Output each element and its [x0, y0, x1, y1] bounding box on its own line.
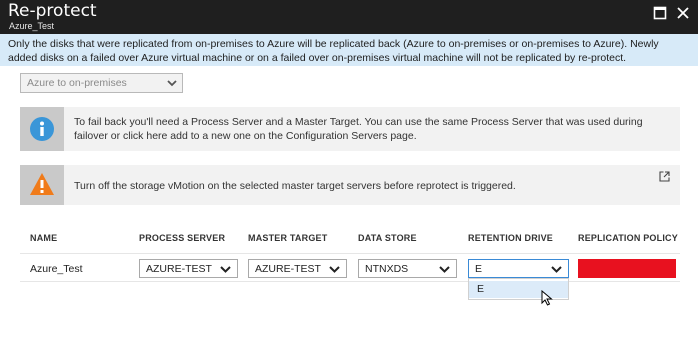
- process-server-select[interactable]: AZURE-TEST: [139, 259, 238, 278]
- chevron-down-icon: [439, 264, 450, 276]
- maximize-icon[interactable]: [653, 6, 671, 24]
- retention-drive-value: E: [475, 263, 483, 275]
- master-target-value: AZURE-TEST: [255, 263, 321, 275]
- notice-icon-box: [20, 165, 64, 205]
- header-process-server: PROCESS SERVER: [139, 233, 226, 243]
- data-store-value: NTNXDS: [365, 263, 409, 275]
- close-icon[interactable]: [676, 6, 694, 24]
- retention-drive-dropdown: E: [468, 278, 569, 300]
- header-retention-drive: RETENTION DRIVE: [468, 233, 554, 243]
- replication-policy-select[interactable]: [578, 259, 676, 278]
- vmotion-warning-text: Turn off the storage vMotion on the sele…: [74, 180, 516, 192]
- chevron-down-icon: [551, 264, 562, 276]
- info-icon: [29, 116, 55, 147]
- notice-icon-box: [20, 107, 64, 151]
- blade-subtitle: Azure_Test: [9, 21, 55, 31]
- retention-drive-option[interactable]: E: [469, 281, 568, 298]
- warning-icon: [29, 172, 55, 201]
- header-data-store: DATA STORE: [358, 233, 417, 243]
- blade-title: Re-protect: [8, 1, 97, 21]
- chevron-down-icon: [220, 264, 231, 276]
- direction-select-value: Azure to on-premises: [27, 77, 127, 89]
- data-store-select[interactable]: NTNXDS: [358, 259, 457, 278]
- external-link-icon[interactable]: [659, 169, 670, 187]
- direction-select[interactable]: Azure to on-premises: [20, 73, 183, 93]
- row-divider: [20, 253, 680, 254]
- info-banner: Only the disks that were replicated from…: [0, 34, 698, 66]
- row-divider: [20, 281, 680, 282]
- vm-name: Azure_Test: [30, 263, 83, 275]
- header-master-target: MASTER TARGET: [248, 233, 328, 243]
- blade-header: Re-protect Azure_Test: [0, 0, 698, 34]
- retention-drive-select[interactable]: E: [468, 259, 569, 278]
- header-name: NAME: [30, 233, 58, 243]
- process-server-notice-text: To fail back you'll need a Process Serve…: [74, 116, 643, 142]
- process-server-value: AZURE-TEST: [146, 263, 212, 275]
- master-target-select[interactable]: AZURE-TEST: [248, 259, 347, 278]
- header-replication-policy: REPLICATION POLICY: [578, 233, 678, 243]
- chevron-down-icon: [167, 78, 177, 90]
- vmotion-warning-notice: Turn off the storage vMotion on the sele…: [20, 165, 680, 205]
- chevron-down-icon: [329, 264, 340, 276]
- mouse-cursor-icon: [541, 289, 553, 311]
- process-server-notice[interactable]: To fail back you'll need a Process Serve…: [20, 107, 680, 151]
